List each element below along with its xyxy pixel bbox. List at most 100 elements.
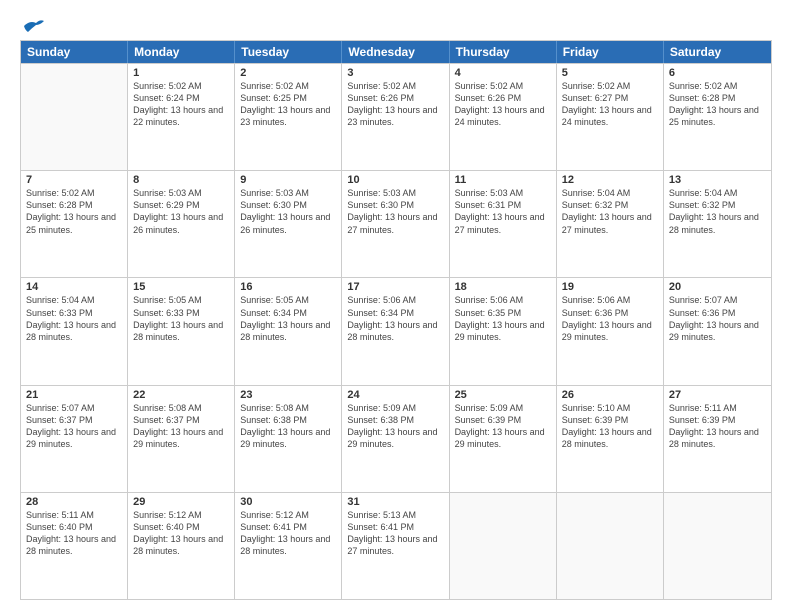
day-number: 8 — [133, 174, 229, 186]
calendar-cell: 30Sunrise: 5:12 AM Sunset: 6:41 PM Dayli… — [235, 493, 342, 599]
day-number: 23 — [240, 389, 336, 401]
logo-bird-icon — [22, 18, 44, 34]
calendar-cell: 6Sunrise: 5:02 AM Sunset: 6:28 PM Daylig… — [664, 64, 771, 170]
calendar-cell: 2Sunrise: 5:02 AM Sunset: 6:25 PM Daylig… — [235, 64, 342, 170]
day-number: 1 — [133, 67, 229, 79]
calendar-cell: 11Sunrise: 5:03 AM Sunset: 6:31 PM Dayli… — [450, 171, 557, 277]
calendar-cell: 19Sunrise: 5:06 AM Sunset: 6:36 PM Dayli… — [557, 278, 664, 384]
calendar-cell: 17Sunrise: 5:06 AM Sunset: 6:34 PM Dayli… — [342, 278, 449, 384]
day-info: Sunrise: 5:03 AM Sunset: 6:31 PM Dayligh… — [455, 187, 551, 236]
calendar-cell: 20Sunrise: 5:07 AM Sunset: 6:36 PM Dayli… — [664, 278, 771, 384]
calendar-row: 1Sunrise: 5:02 AM Sunset: 6:24 PM Daylig… — [21, 63, 771, 170]
day-number: 27 — [669, 389, 766, 401]
day-info: Sunrise: 5:02 AM Sunset: 6:24 PM Dayligh… — [133, 80, 229, 129]
day-info: Sunrise: 5:02 AM Sunset: 6:26 PM Dayligh… — [347, 80, 443, 129]
day-info: Sunrise: 5:03 AM Sunset: 6:29 PM Dayligh… — [133, 187, 229, 236]
cal-header-day: Saturday — [664, 41, 771, 63]
calendar-cell: 13Sunrise: 5:04 AM Sunset: 6:32 PM Dayli… — [664, 171, 771, 277]
cal-header-day: Sunday — [21, 41, 128, 63]
calendar-cell — [450, 493, 557, 599]
day-info: Sunrise: 5:03 AM Sunset: 6:30 PM Dayligh… — [240, 187, 336, 236]
day-number: 15 — [133, 281, 229, 293]
day-number: 29 — [133, 496, 229, 508]
day-number: 7 — [26, 174, 122, 186]
calendar-row: 7Sunrise: 5:02 AM Sunset: 6:28 PM Daylig… — [21, 170, 771, 277]
calendar-cell: 22Sunrise: 5:08 AM Sunset: 6:37 PM Dayli… — [128, 386, 235, 492]
calendar-row: 28Sunrise: 5:11 AM Sunset: 6:40 PM Dayli… — [21, 492, 771, 599]
day-number: 16 — [240, 281, 336, 293]
day-info: Sunrise: 5:02 AM Sunset: 6:27 PM Dayligh… — [562, 80, 658, 129]
day-info: Sunrise: 5:07 AM Sunset: 6:37 PM Dayligh… — [26, 402, 122, 451]
day-number: 6 — [669, 67, 766, 79]
calendar-row: 21Sunrise: 5:07 AM Sunset: 6:37 PM Dayli… — [21, 385, 771, 492]
day-number: 4 — [455, 67, 551, 79]
day-number: 20 — [669, 281, 766, 293]
day-number: 13 — [669, 174, 766, 186]
calendar-cell — [664, 493, 771, 599]
day-info: Sunrise: 5:02 AM Sunset: 6:26 PM Dayligh… — [455, 80, 551, 129]
cal-header-day: Friday — [557, 41, 664, 63]
day-info: Sunrise: 5:10 AM Sunset: 6:39 PM Dayligh… — [562, 402, 658, 451]
calendar-cell: 18Sunrise: 5:06 AM Sunset: 6:35 PM Dayli… — [450, 278, 557, 384]
day-info: Sunrise: 5:04 AM Sunset: 6:32 PM Dayligh… — [669, 187, 766, 236]
cal-header-day: Tuesday — [235, 41, 342, 63]
day-number: 5 — [562, 67, 658, 79]
day-number: 31 — [347, 496, 443, 508]
day-info: Sunrise: 5:04 AM Sunset: 6:32 PM Dayligh… — [562, 187, 658, 236]
calendar-cell: 14Sunrise: 5:04 AM Sunset: 6:33 PM Dayli… — [21, 278, 128, 384]
day-number: 12 — [562, 174, 658, 186]
day-info: Sunrise: 5:09 AM Sunset: 6:39 PM Dayligh… — [455, 402, 551, 451]
day-info: Sunrise: 5:11 AM Sunset: 6:40 PM Dayligh… — [26, 509, 122, 558]
calendar-header-row: SundayMondayTuesdayWednesdayThursdayFrid… — [21, 41, 771, 63]
day-number: 22 — [133, 389, 229, 401]
calendar-cell: 26Sunrise: 5:10 AM Sunset: 6:39 PM Dayli… — [557, 386, 664, 492]
day-info: Sunrise: 5:09 AM Sunset: 6:38 PM Dayligh… — [347, 402, 443, 451]
calendar-cell: 21Sunrise: 5:07 AM Sunset: 6:37 PM Dayli… — [21, 386, 128, 492]
day-number: 28 — [26, 496, 122, 508]
calendar: SundayMondayTuesdayWednesdayThursdayFrid… — [20, 40, 772, 600]
day-info: Sunrise: 5:08 AM Sunset: 6:37 PM Dayligh… — [133, 402, 229, 451]
calendar-cell — [21, 64, 128, 170]
calendar-cell: 27Sunrise: 5:11 AM Sunset: 6:39 PM Dayli… — [664, 386, 771, 492]
day-number: 9 — [240, 174, 336, 186]
day-number: 18 — [455, 281, 551, 293]
calendar-cell: 8Sunrise: 5:03 AM Sunset: 6:29 PM Daylig… — [128, 171, 235, 277]
day-info: Sunrise: 5:02 AM Sunset: 6:28 PM Dayligh… — [26, 187, 122, 236]
day-number: 10 — [347, 174, 443, 186]
day-info: Sunrise: 5:06 AM Sunset: 6:35 PM Dayligh… — [455, 294, 551, 343]
calendar-cell: 4Sunrise: 5:02 AM Sunset: 6:26 PM Daylig… — [450, 64, 557, 170]
logo — [20, 18, 44, 34]
calendar-cell: 12Sunrise: 5:04 AM Sunset: 6:32 PM Dayli… — [557, 171, 664, 277]
calendar-cell: 16Sunrise: 5:05 AM Sunset: 6:34 PM Dayli… — [235, 278, 342, 384]
day-number: 21 — [26, 389, 122, 401]
calendar-cell — [557, 493, 664, 599]
day-info: Sunrise: 5:08 AM Sunset: 6:38 PM Dayligh… — [240, 402, 336, 451]
calendar-row: 14Sunrise: 5:04 AM Sunset: 6:33 PM Dayli… — [21, 277, 771, 384]
day-info: Sunrise: 5:04 AM Sunset: 6:33 PM Dayligh… — [26, 294, 122, 343]
day-number: 11 — [455, 174, 551, 186]
day-number: 17 — [347, 281, 443, 293]
calendar-cell: 1Sunrise: 5:02 AM Sunset: 6:24 PM Daylig… — [128, 64, 235, 170]
day-info: Sunrise: 5:06 AM Sunset: 6:34 PM Dayligh… — [347, 294, 443, 343]
calendar-cell: 7Sunrise: 5:02 AM Sunset: 6:28 PM Daylig… — [21, 171, 128, 277]
day-info: Sunrise: 5:13 AM Sunset: 6:41 PM Dayligh… — [347, 509, 443, 558]
calendar-cell: 28Sunrise: 5:11 AM Sunset: 6:40 PM Dayli… — [21, 493, 128, 599]
calendar-cell: 24Sunrise: 5:09 AM Sunset: 6:38 PM Dayli… — [342, 386, 449, 492]
cal-header-day: Thursday — [450, 41, 557, 63]
day-number: 30 — [240, 496, 336, 508]
day-number: 19 — [562, 281, 658, 293]
day-info: Sunrise: 5:07 AM Sunset: 6:36 PM Dayligh… — [669, 294, 766, 343]
calendar-cell: 3Sunrise: 5:02 AM Sunset: 6:26 PM Daylig… — [342, 64, 449, 170]
day-number: 2 — [240, 67, 336, 79]
day-number: 14 — [26, 281, 122, 293]
day-info: Sunrise: 5:12 AM Sunset: 6:41 PM Dayligh… — [240, 509, 336, 558]
calendar-body: 1Sunrise: 5:02 AM Sunset: 6:24 PM Daylig… — [21, 63, 771, 599]
calendar-cell: 29Sunrise: 5:12 AM Sunset: 6:40 PM Dayli… — [128, 493, 235, 599]
calendar-cell: 25Sunrise: 5:09 AM Sunset: 6:39 PM Dayli… — [450, 386, 557, 492]
calendar-cell: 23Sunrise: 5:08 AM Sunset: 6:38 PM Dayli… — [235, 386, 342, 492]
day-info: Sunrise: 5:06 AM Sunset: 6:36 PM Dayligh… — [562, 294, 658, 343]
day-info: Sunrise: 5:05 AM Sunset: 6:34 PM Dayligh… — [240, 294, 336, 343]
day-info: Sunrise: 5:03 AM Sunset: 6:30 PM Dayligh… — [347, 187, 443, 236]
day-info: Sunrise: 5:02 AM Sunset: 6:28 PM Dayligh… — [669, 80, 766, 129]
header — [20, 18, 772, 34]
